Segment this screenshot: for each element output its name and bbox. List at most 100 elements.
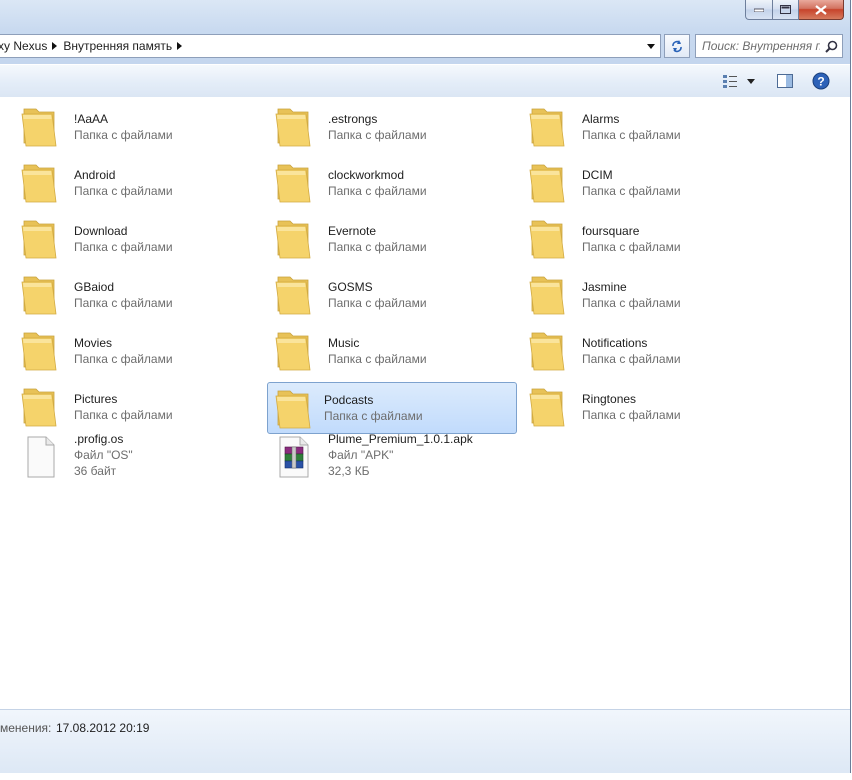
folder-item[interactable]: DCIM Папка с файлами [512, 157, 762, 209]
folder-icon [272, 213, 316, 265]
item-name: GOSMS [328, 280, 373, 294]
refresh-icon [672, 40, 682, 53]
folder-icon [272, 157, 316, 209]
item-type: Папка с файлами [582, 408, 681, 422]
folder-item[interactable]: foursquare Папка с файлами [512, 213, 762, 265]
folder-item[interactable]: !AaAA Папка с файлами [4, 101, 254, 153]
help-button[interactable]: ? [810, 70, 832, 92]
folder-icon [18, 325, 62, 377]
address-row: xy Nexus Внутренняя память [0, 34, 850, 58]
archive-file-icon [272, 431, 316, 483]
folder-item[interactable]: Movies Папка с файлами [4, 325, 254, 377]
details-label: менения: [0, 721, 52, 735]
item-name: GBaiod [74, 280, 115, 294]
folder-icon [526, 101, 570, 153]
item-name: Podcasts [324, 393, 374, 407]
folder-item[interactable]: clockworkmod Папка с файлами [258, 157, 508, 209]
folder-item[interactable]: GOSMS Папка с файлами [258, 269, 508, 321]
item-name: Android [74, 168, 116, 182]
folder-item[interactable]: Pictures Папка с файлами [4, 381, 254, 433]
view-dropdown-button[interactable] [743, 70, 759, 92]
item-type: Папка с файлами [328, 184, 427, 198]
folder-item[interactable]: Alarms Папка с файлами [512, 101, 762, 153]
item-type: Папка с файлами [582, 352, 681, 366]
file-item[interactable]: .profig.os Файл "OS" 36 байт [4, 431, 254, 483]
folder-item[interactable]: .estrongs Папка с файлами [258, 101, 508, 153]
minimize-button[interactable] [745, 0, 773, 20]
item-name: Notifications [582, 336, 648, 350]
search-input[interactable] [702, 39, 820, 53]
folder-icon [272, 269, 316, 321]
folder-icon [272, 325, 316, 377]
folder-item[interactable]: Android Папка с файлами [4, 157, 254, 209]
details-modified-date: 17.08.2012 20:19 [56, 721, 150, 735]
item-type: Папка с файлами [74, 240, 173, 254]
item-type: Папка с файлами [582, 296, 681, 310]
item-type: Папка с файлами [582, 128, 681, 142]
item-name: Alarms [582, 112, 620, 126]
item-size: 32,3 КБ [328, 464, 370, 478]
item-type: Папка с файлами [324, 409, 423, 423]
item-name: DCIM [582, 168, 613, 182]
address-bar[interactable]: xy Nexus Внутренняя память [0, 34, 661, 58]
search-icon[interactable] [825, 40, 838, 53]
preview-pane-button[interactable] [773, 70, 797, 92]
file-item[interactable]: Plume_Premium_1.0.1.apk Файл "APK" 32,3 КБ [258, 431, 508, 483]
address-history-dropdown[interactable] [642, 35, 660, 57]
folder-item[interactable]: GBaiod Папка с файлами [4, 269, 254, 321]
folder-icon [272, 383, 316, 435]
caption-buttons [745, 0, 844, 20]
item-type: Папка с файлами [74, 184, 173, 198]
item-type: Папка с файлами [74, 128, 173, 142]
folder-icon [272, 101, 316, 153]
item-type: Папка с файлами [582, 240, 681, 254]
item-type: Папка с файлами [328, 240, 427, 254]
file-list: !AaAA Папка с файлами .estrongs Папка с фа… [0, 97, 850, 709]
item-name: Music [328, 336, 360, 350]
breadcrumb-label: xy Nexus [0, 39, 48, 53]
folder-item[interactable]: Ringtones Папка с файлами [512, 381, 762, 433]
item-type: Папка с файлами [328, 296, 427, 310]
svg-text:?: ? [817, 75, 824, 89]
breadcrumb-device[interactable]: xy Nexus [0, 35, 63, 57]
chevron-right-icon[interactable] [47, 42, 61, 50]
folder-item[interactable]: Evernote Папка с файлами [258, 213, 508, 265]
chevron-right-icon[interactable] [172, 42, 186, 50]
breadcrumb-label: Внутренняя память [63, 39, 173, 53]
maximize-button[interactable] [773, 0, 799, 20]
help-icon: ? [812, 72, 830, 90]
item-name: .profig.os [74, 432, 124, 446]
item-name: !AaAA [74, 112, 109, 126]
folder-icon [526, 269, 570, 321]
minimize-icon [754, 8, 764, 12]
explorer-window: xy Nexus Внутренняя память Поиск: Внутре… [0, 0, 851, 773]
item-name: Movies [74, 336, 113, 350]
item-type: Файл "OS" [74, 448, 133, 462]
breadcrumb-internal-memory[interactable]: Внутренняя память [63, 35, 188, 57]
folder-icon [18, 101, 62, 153]
folder-item[interactable]: Jasmine Папка с файлами [512, 269, 762, 321]
folder-item[interactable]: Download Папка с файлами [4, 213, 254, 265]
folder-icon [18, 157, 62, 209]
folder-icon [526, 157, 570, 209]
item-type: Папка с файлами [74, 352, 173, 366]
close-button[interactable] [799, 0, 844, 20]
chevron-down-icon [647, 43, 655, 49]
preview-pane-icon [777, 74, 793, 88]
item-type: Папка с файлами [328, 352, 427, 366]
view-options-icon [723, 75, 737, 88]
item-size: 36 байт [74, 464, 117, 478]
folder-item[interactable]: Podcasts Папка с файлами [267, 382, 517, 434]
close-icon [815, 4, 827, 15]
item-name: Pictures [74, 392, 118, 406]
folder-item[interactable]: Music Папка с файлами [258, 325, 508, 377]
item-type: Папка с файлами [74, 296, 173, 310]
item-type: Файл "APK" [328, 448, 394, 462]
refresh-button[interactable] [664, 34, 690, 58]
item-name: Ringtones [582, 392, 637, 406]
view-options-button[interactable] [720, 70, 740, 92]
folder-icon [18, 269, 62, 321]
item-type: Папка с файлами [582, 184, 681, 198]
maximize-icon [780, 5, 791, 14]
folder-item[interactable]: Notifications Папка с файлами [512, 325, 762, 377]
